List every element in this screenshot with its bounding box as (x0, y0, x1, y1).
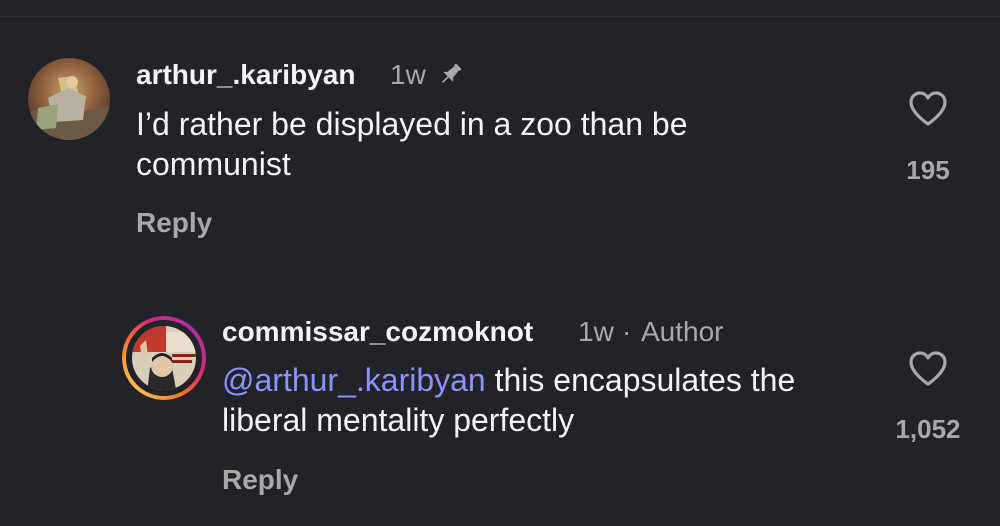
user-mention-link[interactable]: @arthur_.karibyan (222, 362, 486, 398)
reply-button[interactable]: Reply (222, 464, 298, 496)
comment-timestamp: 1w (578, 316, 614, 347)
author-badge: Author (641, 316, 724, 347)
reply-comment-item: commissar_cozmoknot 1w · Author @arthur_… (0, 0, 1000, 526)
meta-separator: · (622, 316, 632, 347)
comment-text: @arthur_.karibyan this encapsulates the … (222, 360, 862, 440)
like-count: 1,052 (895, 414, 961, 444)
heart-icon[interactable] (907, 348, 949, 390)
comment-username[interactable]: commissar_cozmoknot (222, 316, 533, 348)
avatar[interactable] (122, 316, 206, 400)
